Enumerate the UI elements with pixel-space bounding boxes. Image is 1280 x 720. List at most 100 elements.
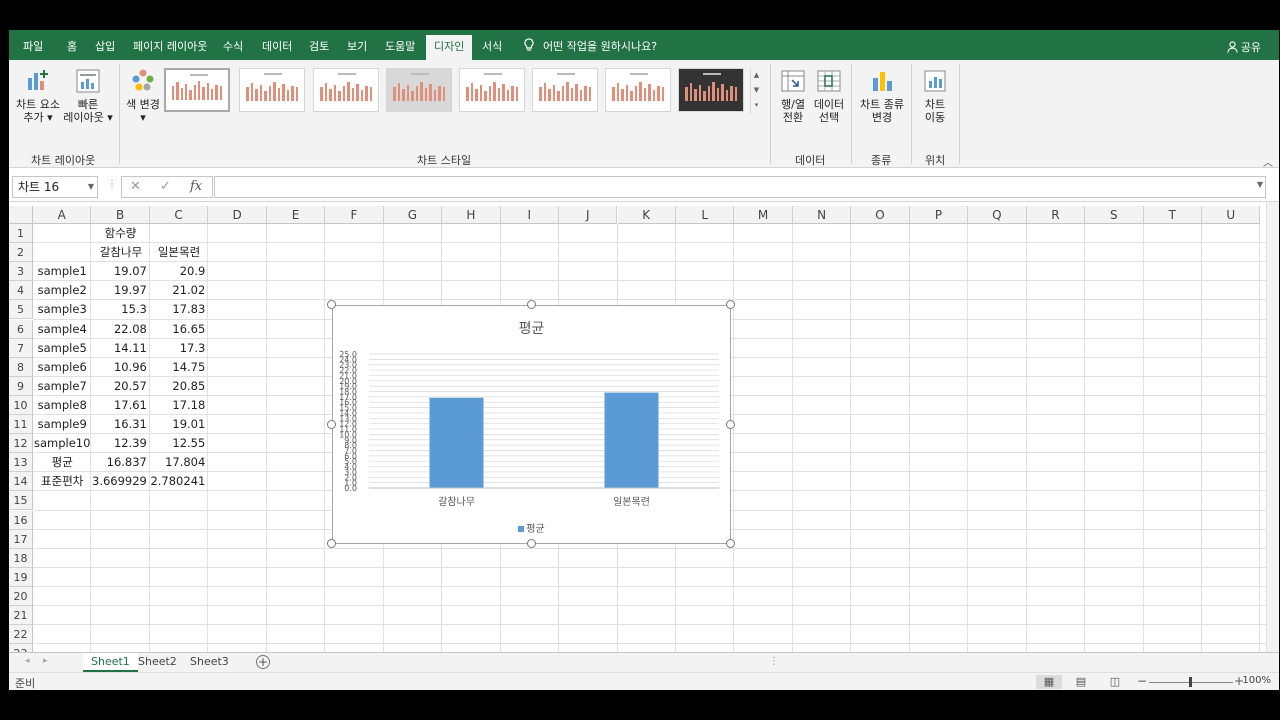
zoom-out-icon[interactable]: − (1137, 674, 1147, 688)
row-header[interactable]: 5 (9, 300, 33, 320)
share-button[interactable]: 공유 (1227, 30, 1261, 60)
tab-help[interactable]: 도움말 (385, 30, 415, 60)
column-header[interactable]: I (500, 206, 560, 224)
value-cell[interactable]: 17.83 (150, 300, 208, 319)
row-header[interactable]: 13 (9, 453, 33, 473)
row-header[interactable]: 2 (9, 243, 33, 263)
tab-data[interactable]: 데이터 (262, 30, 292, 60)
tab-file[interactable]: 파일 (23, 30, 43, 60)
chart-styles-scroll[interactable]: ▲ ▼ ▾ (750, 68, 762, 114)
page-break-view-icon[interactable]: ◫ (1102, 675, 1128, 689)
tell-me-search[interactable]: 어떤 작업을 원하시나요? (523, 30, 657, 60)
chart-bar[interactable] (429, 397, 484, 488)
scroll-left-icon[interactable]: ◂ (25, 656, 30, 666)
chart-style-2[interactable] (239, 68, 305, 112)
row-header[interactable]: 20 (9, 586, 33, 606)
change-chart-type-button[interactable]: 차트 종류 변경 (855, 68, 909, 124)
row-label-cell[interactable]: sample7 (33, 377, 91, 396)
row-label-cell[interactable]: sample3 (33, 300, 91, 319)
add-sheet-icon[interactable]: + (256, 655, 270, 669)
zoom-slider-thumb[interactable] (1189, 677, 1192, 687)
tab-formulas[interactable]: 수식 (223, 30, 243, 60)
row-label-cell[interactable]: sample1 (33, 262, 91, 281)
row-header[interactable]: 22 (9, 625, 33, 645)
quick-layout-button[interactable]: 빠른 레이아웃 ▾ (63, 68, 113, 124)
cell-title[interactable]: 함수량 (33, 224, 208, 243)
value-cell[interactable]: 16.65 (150, 320, 208, 339)
value-cell[interactable]: 15.3 (91, 300, 149, 319)
row-label-cell[interactable]: 표준편차 (33, 472, 91, 491)
row-label-cell[interactable]: sample5 (33, 339, 91, 358)
row-header[interactable]: 6 (9, 319, 33, 339)
tab-format[interactable]: 서식 (482, 30, 502, 60)
resize-handle-s[interactable] (527, 539, 536, 548)
split-handle-icon[interactable]: ⋮ (769, 656, 779, 667)
move-chart-button[interactable]: 차트 이동 (915, 68, 955, 124)
value-cell[interactable]: 17.18 (150, 396, 208, 415)
column-header[interactable]: Q (968, 206, 1027, 224)
column-header[interactable]: A (33, 206, 92, 224)
value-cell[interactable]: 21.02 (150, 281, 208, 300)
more-styles-icon[interactable]: ▾ (751, 98, 762, 113)
row-header[interactable]: 19 (9, 567, 33, 587)
value-cell[interactable]: 17.3 (150, 339, 208, 358)
value-cell[interactable]: 20.9 (150, 262, 208, 281)
chevron-up-icon[interactable]: ▲ (751, 68, 762, 83)
formula-input[interactable]: ▼ (214, 176, 1266, 198)
column-header[interactable]: J (559, 206, 618, 224)
scroll-right-icon[interactable]: ▸ (43, 656, 48, 666)
value-cell[interactable]: 22.08 (91, 320, 149, 339)
chart-style-8[interactable] (678, 68, 744, 112)
change-colors-button[interactable]: 색 변경 ▾ (121, 68, 165, 124)
value-cell[interactable]: 16.837 (91, 453, 149, 472)
cancel-icon[interactable]: ✕ (130, 177, 141, 197)
row-header[interactable]: 11 (9, 415, 33, 434)
row-label-cell[interactable]: sample4 (33, 320, 91, 339)
row-label-cell[interactable]: 평균 (33, 453, 91, 472)
resize-handle-nw[interactable] (327, 300, 336, 309)
select-data-button[interactable]: 데이터 선택 (810, 68, 848, 124)
row-header[interactable]: 12 (9, 434, 33, 454)
row-header[interactable]: 14 (9, 472, 33, 492)
row-header[interactable]: 9 (9, 376, 33, 396)
resize-handle-w[interactable] (327, 420, 336, 429)
value-cell[interactable]: 10.96 (91, 358, 149, 377)
chart-legend[interactable]: 평균 (333, 520, 730, 535)
chart-style-3[interactable] (313, 68, 379, 112)
enter-icon[interactable]: ✓ (160, 177, 171, 197)
value-cell[interactable]: 12.39 (91, 434, 149, 453)
chevron-down-icon[interactable]: ▼ (751, 83, 762, 98)
row-label-cell[interactable]: sample8 (33, 396, 91, 415)
tab-home[interactable]: 홈 (67, 30, 77, 60)
chart-style-5[interactable] (459, 68, 525, 112)
column-header[interactable]: G (383, 206, 443, 224)
chart-style-4[interactable] (386, 68, 452, 112)
value-cell[interactable]: 3.669929 (91, 472, 149, 491)
column-header[interactable]: S (1085, 206, 1144, 224)
value-cell[interactable]: 14.11 (91, 339, 149, 358)
chart-style-7[interactable] (605, 68, 671, 112)
column-header[interactable]: P (909, 206, 969, 224)
row-label-cell[interactable]: sample10 (33, 434, 91, 453)
row-header[interactable]: 7 (9, 338, 33, 358)
column-header[interactable]: L (675, 206, 735, 224)
cell-header-c[interactable]: 일본목련 (150, 243, 208, 262)
sheet-tab-2[interactable]: Sheet2 (130, 653, 185, 672)
value-cell[interactable]: 19.01 (150, 415, 208, 434)
resize-handle-n[interactable] (527, 300, 536, 309)
value-cell[interactable]: 19.97 (91, 281, 149, 300)
column-header[interactable]: C (149, 206, 209, 224)
row-header[interactable]: 23 (9, 644, 33, 652)
column-header[interactable]: T (1143, 206, 1202, 224)
column-header[interactable]: O (851, 206, 910, 224)
cell-header-b[interactable]: 갈참나무 (92, 243, 150, 262)
column-header[interactable]: H (442, 206, 501, 224)
name-box[interactable]: 차트 16 ▼ (12, 176, 98, 198)
column-header[interactable]: M (734, 206, 793, 224)
row-header[interactable]: 18 (9, 548, 33, 568)
chevron-down-icon[interactable]: ▼ (1257, 180, 1263, 189)
tab-view[interactable]: 보기 (347, 30, 367, 60)
value-cell[interactable]: 17.61 (91, 396, 149, 415)
resize-handle-e[interactable] (726, 420, 735, 429)
column-header[interactable]: D (208, 206, 267, 224)
